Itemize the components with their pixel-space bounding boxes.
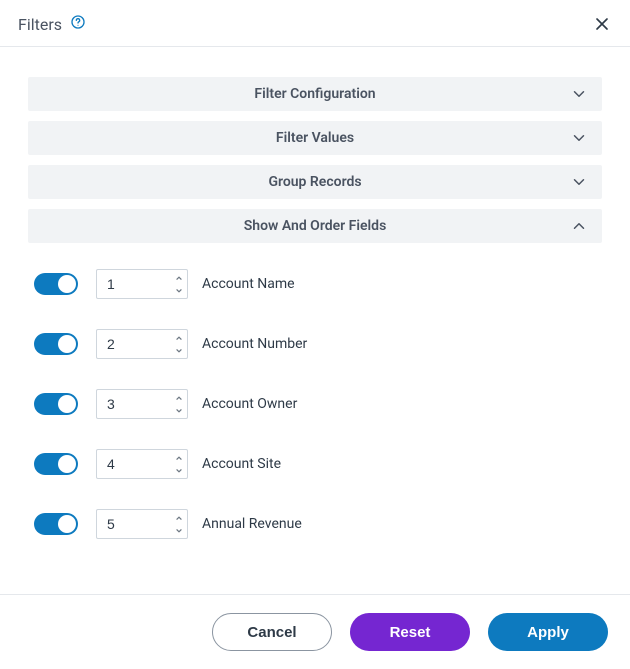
chevron-up-icon (570, 217, 588, 235)
field-label: Account Owner (202, 396, 297, 412)
order-stepper (96, 389, 188, 419)
field-label: Annual Revenue (202, 516, 302, 532)
step-down-icon[interactable] (172, 524, 186, 537)
accordion-show-order-fields[interactable]: Show And Order Fields (28, 209, 602, 243)
step-down-icon[interactable] (172, 344, 186, 357)
cancel-button[interactable]: Cancel (212, 613, 332, 651)
field-toggle[interactable] (34, 513, 78, 535)
chevron-down-icon (570, 173, 588, 191)
accordion-group-records[interactable]: Group Records (28, 165, 602, 199)
accordion-filter-values[interactable]: Filter Values (28, 121, 602, 155)
step-down-icon[interactable] (172, 404, 186, 417)
field-row: Annual Revenue (34, 509, 602, 539)
field-toggle[interactable] (34, 273, 78, 295)
fields-list: Account Name Account Number (28, 253, 602, 539)
help-icon[interactable] (70, 14, 86, 34)
accordion-title: Filter Values (276, 130, 354, 146)
chevron-down-icon (570, 85, 588, 103)
order-stepper (96, 449, 188, 479)
field-row: Account Owner (34, 389, 602, 419)
field-toggle[interactable] (34, 333, 78, 355)
step-down-icon[interactable] (172, 464, 186, 477)
step-up-icon[interactable] (172, 511, 186, 524)
order-stepper (96, 269, 188, 299)
step-down-icon[interactable] (172, 284, 186, 297)
close-icon[interactable] (592, 14, 612, 34)
field-label: Account Site (202, 456, 281, 472)
dialog-body: Filter Configuration Filter Values Group… (0, 47, 630, 539)
step-up-icon[interactable] (172, 271, 186, 284)
field-label: Account Name (202, 276, 295, 292)
accordion-filter-configuration[interactable]: Filter Configuration (28, 77, 602, 111)
apply-button[interactable]: Apply (488, 613, 608, 651)
step-up-icon[interactable] (172, 331, 186, 344)
field-label: Account Number (202, 336, 307, 352)
field-row: Account Name (34, 269, 602, 299)
field-toggle[interactable] (34, 393, 78, 415)
field-row: Account Number (34, 329, 602, 359)
field-toggle[interactable] (34, 453, 78, 475)
step-up-icon[interactable] (172, 391, 186, 404)
accordion-title: Group Records (268, 174, 361, 190)
accordion-title: Show And Order Fields (244, 218, 387, 234)
dialog-footer: Cancel Reset Apply (0, 594, 630, 669)
order-stepper (96, 509, 188, 539)
accordion-title: Filter Configuration (254, 86, 375, 102)
dialog-header: Filters (0, 0, 630, 47)
field-row: Account Site (34, 449, 602, 479)
chevron-down-icon (570, 129, 588, 147)
order-stepper (96, 329, 188, 359)
step-up-icon[interactable] (172, 451, 186, 464)
reset-button[interactable]: Reset (350, 613, 470, 651)
dialog-title: Filters (18, 15, 62, 34)
